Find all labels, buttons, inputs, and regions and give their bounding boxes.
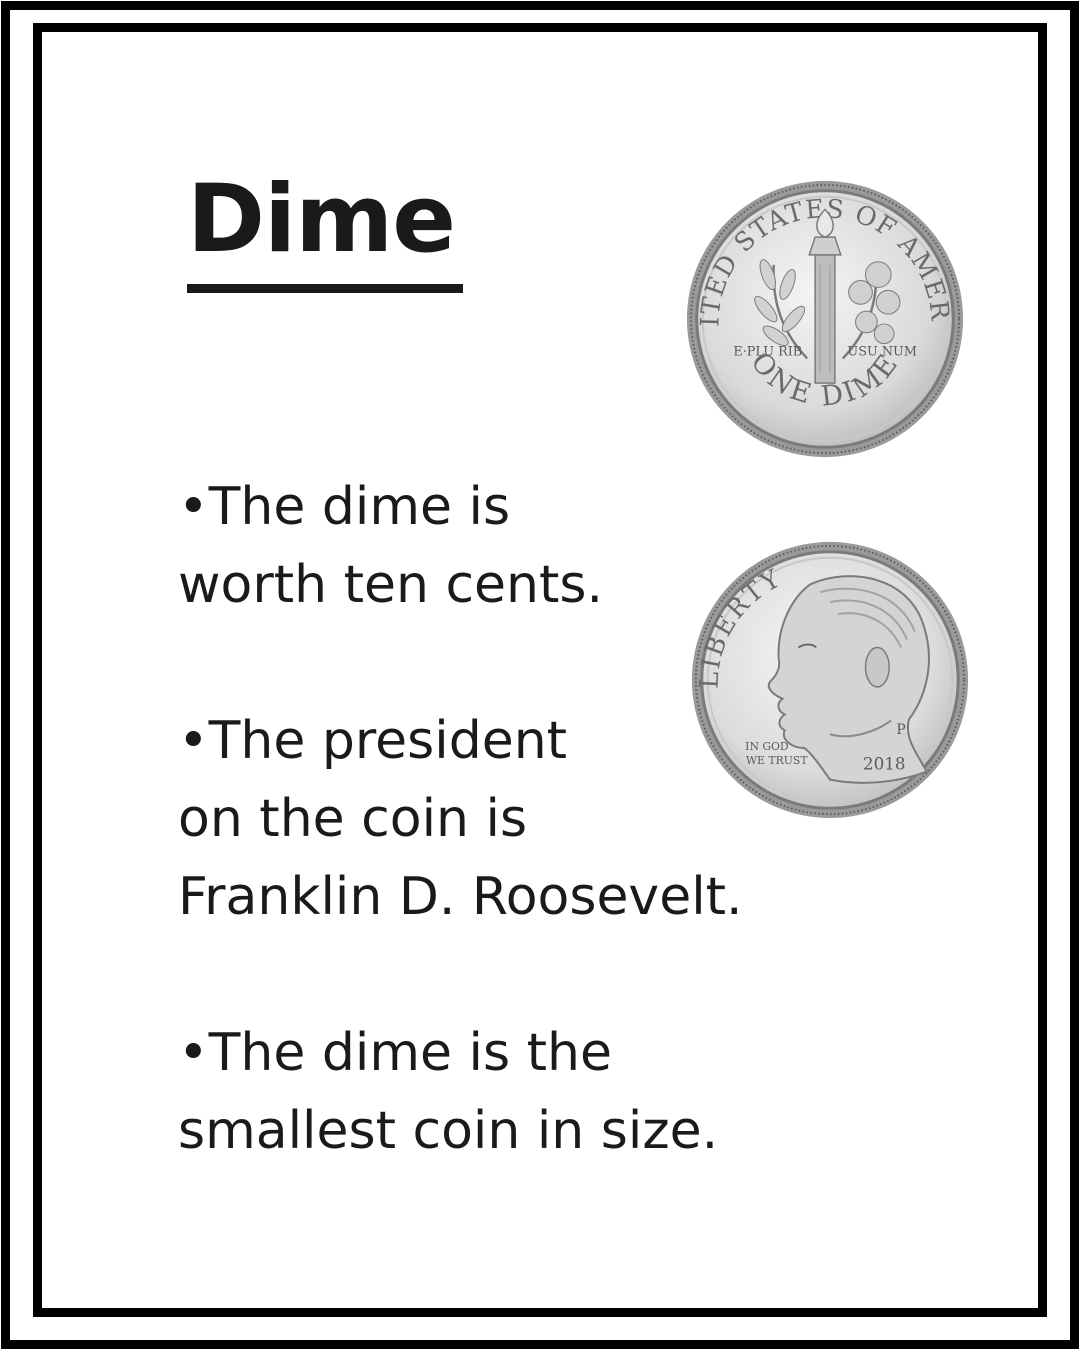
fact-line: •The president [178,711,568,771]
svg-text:P: P [896,722,905,738]
fact-item: •The president on the coin is Franklin D… [178,702,743,936]
title-underline [187,284,463,293]
fact-line: •The dime is [178,477,511,537]
fact-line: worth ten cents. [178,555,604,615]
dime-reverse-image: UNITED STATES OF AMERICA E·PLU RIB USU N… [676,176,974,462]
fact-item: •The dime is the smallest coin in size. [178,1014,743,1170]
dime-obverse-image: LIBERTY IN GOD WE TRUST 2018 P [681,537,979,823]
svg-text:WE TRUST: WE TRUST [746,754,808,767]
svg-text:2018: 2018 [863,754,906,774]
svg-text:IN GOD: IN GOD [745,740,789,753]
fact-line: on the coin is [178,789,528,849]
fact-item: •The dime is worth ten cents. [178,468,743,624]
fact-line: •The dime is the [178,1023,612,1083]
page-title: Dime [187,165,456,274]
fact-line: Franklin D. Roosevelt. [178,867,743,927]
fact-line: smallest coin in size. [178,1101,719,1161]
fact-list: •The dime is worth ten cents. •The presi… [178,468,743,1170]
